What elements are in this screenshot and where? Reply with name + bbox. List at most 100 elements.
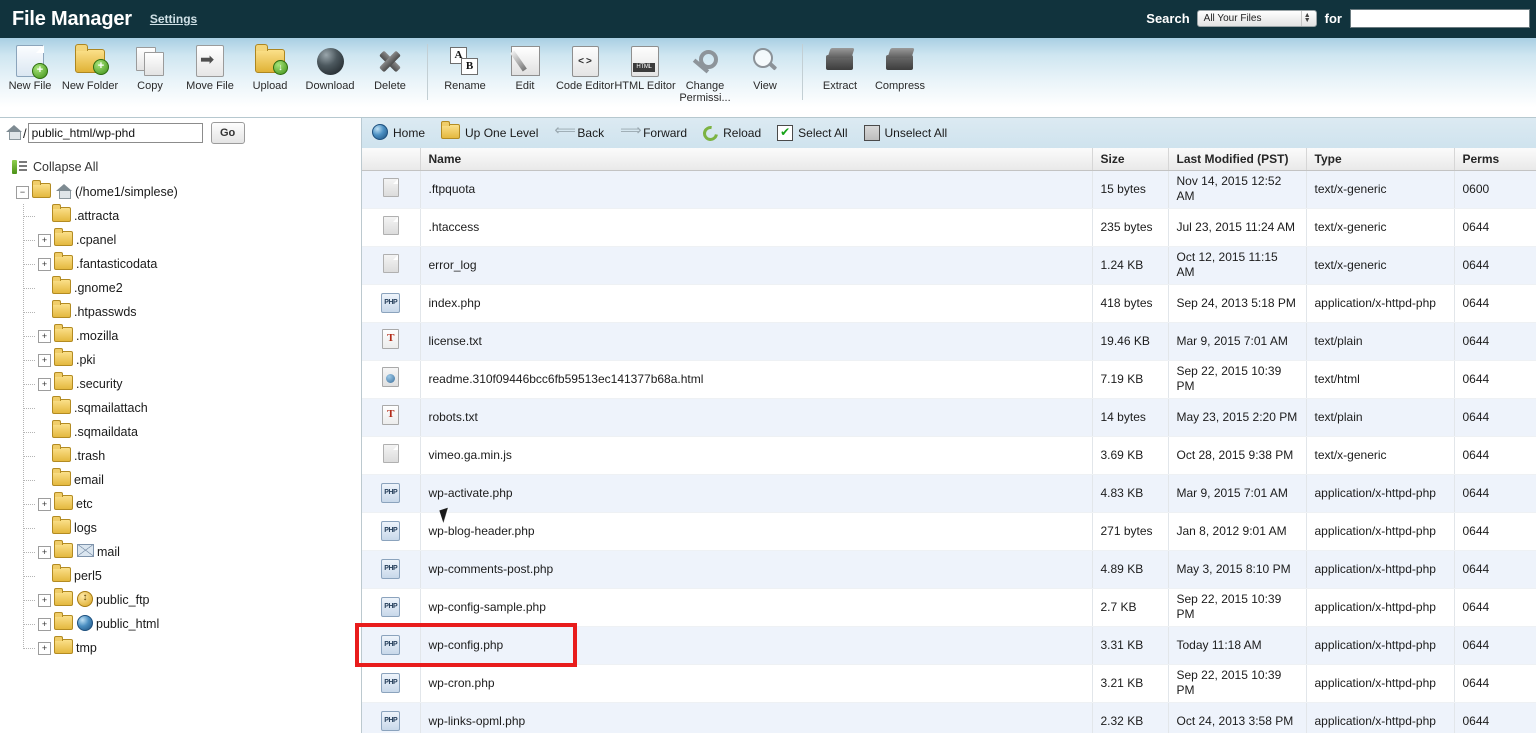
upload-button[interactable]: ↓ Upload — [240, 38, 300, 92]
column-header-type[interactable]: Type — [1306, 148, 1455, 171]
tree-node-logs[interactable]: logs — [23, 516, 360, 540]
expand-expander-icon[interactable]: + — [38, 593, 51, 607]
file-type: application/x-httpd-php — [1306, 512, 1455, 551]
table-row[interactable]: PHP wp-activate.php 4.83 KB Mar 9, 2015 7:0… — [362, 474, 1536, 513]
tree-node-dot-trash[interactable]: .trash — [23, 444, 360, 468]
table-row[interactable]: PHP wp-cron.php 3.21 KB Sep 22, 2015 10:39 … — [362, 664, 1536, 703]
main-toolbar: + New File + New Folder Copy Move File ↓… — [0, 38, 1536, 118]
tree-node-etc[interactable]: + etc — [23, 492, 360, 516]
new-folder-button[interactable]: + New Folder — [60, 38, 120, 92]
search-input[interactable] — [1350, 8, 1530, 28]
tree-node-home-root[interactable]: − (/home1/simplese) — [16, 180, 360, 204]
table-row[interactable]: robots.txt14 bytesMay 23, 2015 2:20 PMte… — [362, 398, 1536, 437]
tree-children: .attracta + .cpanel + .fantasticodata .gnome2… — [16, 204, 360, 660]
folder-icon — [54, 612, 73, 633]
go-button[interactable]: Go — [210, 122, 245, 144]
file-size: 235 bytes — [1092, 208, 1169, 247]
nav-forward-button[interactable]: Forward — [620, 121, 687, 140]
nav-select-all-button[interactable]: Select All — [777, 124, 848, 141]
file-name: wp-cron.php — [420, 664, 1093, 703]
expand-expander-icon[interactable]: + — [38, 377, 51, 391]
html-editor-button[interactable]: HTML Editor — [614, 38, 676, 92]
folder-icon — [52, 516, 71, 537]
table-row[interactable]: readme.310f09446bcc6fb59513ec141377b68a.… — [362, 360, 1536, 399]
column-header-size[interactable]: Size — [1092, 148, 1169, 171]
tree-node-mail[interactable]: + mail — [23, 540, 360, 564]
expand-expander-icon[interactable]: + — [38, 617, 51, 631]
tree-node-perl5[interactable]: perl5 — [23, 564, 360, 588]
change-permissions-icon — [690, 44, 720, 78]
tree-node-dot-attracta[interactable]: .attracta — [23, 204, 360, 228]
column-header-perms[interactable]: Perms — [1454, 148, 1536, 171]
column-header-icon[interactable] — [362, 148, 421, 171]
nav-back-label: Back — [577, 126, 605, 140]
tree-node-dot-security[interactable]: + .security — [23, 372, 360, 396]
tree-node-public_ftp[interactable]: + public_ftp — [23, 588, 360, 612]
file-last-modified: Jan 8, 2012 9:01 AM — [1168, 512, 1307, 551]
nav-home-button[interactable]: Home — [372, 123, 425, 143]
tree-node-tmp[interactable]: + tmp — [23, 636, 360, 660]
extract-button[interactable]: Extract — [810, 38, 870, 92]
toolbar-group-edit: AB Rename Edit < > Code Editor HTML Edit… — [435, 38, 795, 117]
expand-expander-icon[interactable]: + — [38, 497, 51, 511]
tree-node-dot-gnome2[interactable]: .gnome2 — [23, 276, 360, 300]
column-header-name[interactable]: Name — [420, 148, 1093, 171]
tree-node-dot-mozilla[interactable]: + .mozilla — [23, 324, 360, 348]
file-perms: 0644 — [1454, 246, 1536, 285]
tree-node-email[interactable]: email — [23, 468, 360, 492]
tree-node-public_html[interactable]: + public_html — [23, 612, 360, 636]
table-row[interactable]: error_log 1.24 KB Oct 12, 2015 11:15 AM tex… — [362, 246, 1536, 285]
expand-expander-icon[interactable]: + — [38, 329, 51, 343]
new-file-button[interactable]: + New File — [0, 38, 60, 92]
collapse-all-button[interactable]: Collapse All — [12, 160, 360, 174]
expand-expander-icon[interactable]: + — [38, 257, 51, 271]
table-row[interactable]: PHP wp-blog-header.php 271 bytes Jan 8, 201… — [362, 512, 1536, 551]
html-editor-label: HTML Editor — [614, 80, 676, 92]
folder-icon — [54, 324, 73, 345]
download-icon — [316, 44, 344, 78]
rename-button[interactable]: AB Rename — [435, 38, 495, 92]
code-editor-button[interactable]: < > Code Editor — [555, 38, 615, 92]
copy-button[interactable]: Copy — [120, 38, 180, 92]
table-row[interactable]: .htaccess 235 bytes Jul 23, 2015 11:24 AM t… — [362, 208, 1536, 247]
tree-node-dot-sqmaildata[interactable]: .sqmaildata — [23, 420, 360, 444]
view-button[interactable]: View — [735, 38, 795, 92]
download-button[interactable]: Download — [300, 38, 360, 92]
tree-node-dot-fantasticodata[interactable]: + .fantasticodata — [23, 252, 360, 276]
delete-button[interactable]: Delete — [360, 38, 420, 92]
change-permissions-label: Change Permissi... — [679, 80, 731, 104]
expand-expander-icon[interactable]: + — [38, 353, 51, 367]
collapse-expander-icon[interactable]: − — [16, 185, 29, 199]
nav-up-one-level-button[interactable]: Up One Level — [441, 121, 538, 142]
table-row[interactable]: license.txt19.46 KBMar 9, 2015 7:01 AMte… — [362, 322, 1536, 361]
edit-button[interactable]: Edit — [495, 38, 555, 92]
settings-link[interactable]: Settings — [150, 12, 197, 26]
tree-node-dot-pki[interactable]: + .pki — [23, 348, 360, 372]
expand-expander-icon[interactable]: + — [38, 545, 51, 559]
tree-node-dot-htpasswds[interactable]: .htpasswds — [23, 300, 360, 324]
path-input[interactable] — [27, 123, 203, 143]
tree-node-dot-sqmailattach[interactable]: .sqmailattach — [23, 396, 360, 420]
move-file-button[interactable]: Move File — [180, 38, 240, 92]
expand-expander-icon[interactable]: + — [38, 233, 51, 247]
table-row[interactable]: vimeo.ga.min.js 3.69 KB Oct 28, 2015 9:38 … — [362, 436, 1536, 475]
compress-button[interactable]: Compress — [870, 38, 930, 92]
table-row[interactable]: .ftpquota 15 bytes Nov 14, 2015 12:52 AM te… — [362, 170, 1536, 209]
search-scope-select[interactable]: All Your Files ▲ ▼ — [1196, 9, 1317, 27]
table-row[interactable]: PHP index.php 418 bytes Sep 24, 2013 5:18 P… — [362, 284, 1536, 323]
nav-unselect-all-button[interactable]: Unselect All — [863, 125, 947, 141]
nav-reload-button[interactable]: Reload — [700, 122, 761, 144]
table-row[interactable]: PHP wp-comments-post.php 4.89 KB May 3, 201… — [362, 550, 1536, 589]
change-permissions-button[interactable]: Change Permissi... — [675, 38, 735, 104]
file-size: 1.24 KB — [1092, 246, 1169, 285]
tree-node-dot-cpanel[interactable]: + .cpanel — [23, 228, 360, 252]
toolbar-group-file: + New File + New Folder Copy Move File ↓… — [0, 38, 420, 117]
expand-expander-icon[interactable]: + — [38, 641, 51, 655]
nav-back-button[interactable]: Back — [554, 121, 605, 140]
table-row[interactable]: PHP wp-config.php 3.31 KB Today 11:18 AM app… — [362, 626, 1536, 665]
column-header-last-modified[interactable]: Last Modified (PST) — [1168, 148, 1307, 171]
php-file-icon: PHP — [362, 284, 421, 323]
table-row[interactable]: PHP wp-config-sample.php 2.7 KB Sep 22, 201… — [362, 588, 1536, 627]
file-name: index.php — [420, 284, 1093, 323]
table-row[interactable]: PHP wp-links-opml.php 2.32 KB Oct 24, 2013 … — [362, 702, 1536, 733]
